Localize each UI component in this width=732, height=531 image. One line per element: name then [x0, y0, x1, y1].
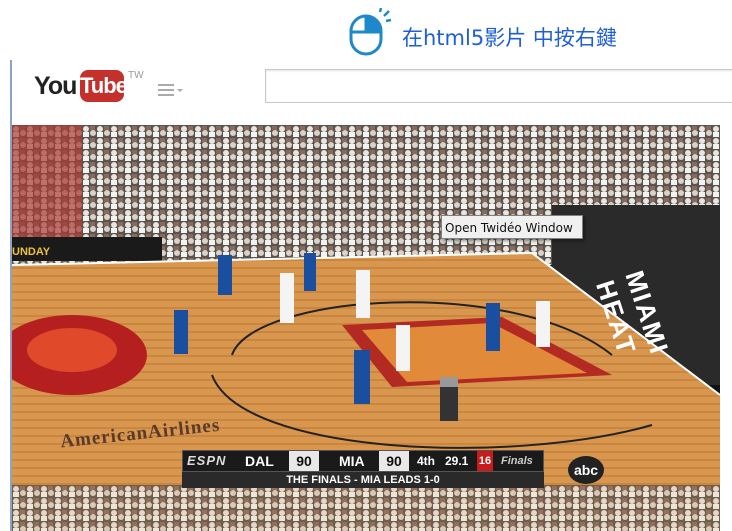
team2-name: MIA [339, 453, 365, 469]
twideo-context-tooltip[interactable]: Open Twidéo Window [441, 215, 583, 239]
scoreboard-top: ESPN DAL 90 MIA 90 4th 29.1 16 Finals [182, 450, 544, 472]
team2-score: 90 [379, 451, 409, 471]
mouse-right-click-icon [349, 8, 392, 56]
annotation-text: 在html5影片 中按右鍵 [402, 26, 617, 50]
logo-tube-text: Tube [80, 70, 128, 102]
shot-clock: 16 [477, 451, 493, 471]
logo-region-text: TW [128, 70, 144, 81]
network-logo: ESPN [187, 453, 227, 468]
menu-icon[interactable] [158, 82, 184, 98]
logo-you-text: You [34, 72, 77, 100]
scoreboard-banner: THE FINALS - MIA LEADS 1-0 [182, 472, 544, 488]
team1-score: 90 [289, 451, 319, 471]
quarter: 4th [417, 454, 435, 468]
abc-network-logo: abc [568, 456, 604, 484]
team1-name: DAL [245, 453, 274, 469]
game-clock: 29.1 [445, 454, 469, 468]
arena-banner-text: UNDAY [12, 246, 51, 258]
finals-brand: Finals [501, 455, 533, 467]
scoreboard: ESPN DAL 90 MIA 90 4th 29.1 16 Finals TH… [182, 450, 544, 490]
search-input[interactable] [265, 69, 732, 103]
